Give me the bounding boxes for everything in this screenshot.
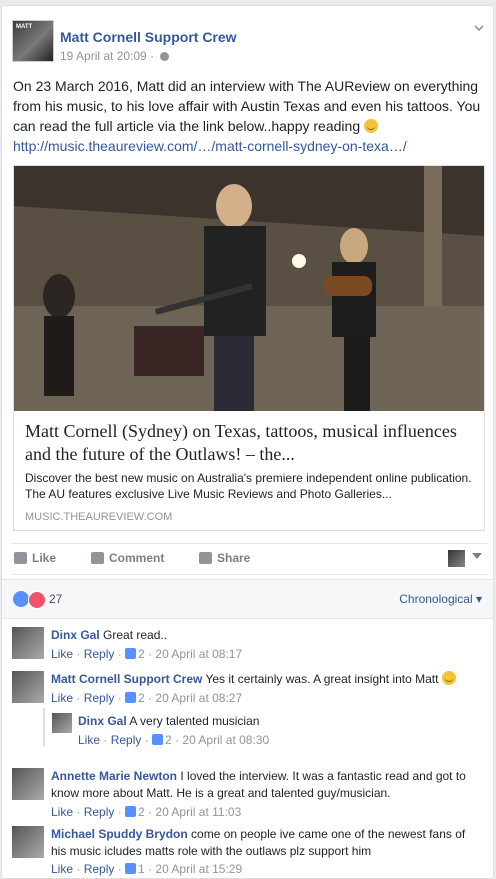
comment-like-count[interactable]: 2 [165, 733, 172, 747]
comment-like-count[interactable]: 2 [138, 647, 145, 661]
comment-reply-link[interactable]: Reply [111, 733, 142, 747]
comment-like-link[interactable]: Like [51, 862, 73, 876]
comment-author[interactable]: Michael Spuddy Brydon [51, 827, 188, 841]
link-preview[interactable]: Matt Cornell (Sydney) on Texas, tattoos,… [13, 165, 485, 531]
like-count-icon [152, 734, 164, 745]
article-link[interactable]: http://music.theaureview.com/…/matt-corn… [13, 138, 407, 154]
smile-emoji-icon [364, 119, 378, 133]
comment-meta: Like · Reply · 2 · 20 April at 11:03 [51, 805, 242, 819]
reactions-summary: 27 Chronological ▾ [2, 579, 493, 619]
comment-reply-link[interactable]: Reply [84, 647, 115, 661]
comment-meta: Like · Reply · 1 · 20 April at 15:29 [51, 862, 243, 876]
comment-like-count[interactable]: 2 [138, 805, 145, 819]
acting-as-avatar[interactable] [448, 550, 465, 567]
like-count-icon [125, 692, 137, 703]
post-text: On 23 March 2016, Matt did an interview … [13, 78, 481, 154]
post-actions: Like Comment Share [12, 543, 487, 575]
share-icon [199, 552, 212, 564]
commenter-avatar[interactable] [12, 826, 44, 858]
reply-thread-line [43, 708, 45, 746]
comment-reply-link[interactable]: Reply [84, 862, 115, 876]
page-avatar[interactable]: MATT [12, 20, 54, 62]
comment-author[interactable]: Matt Cornell Support Crew [51, 672, 202, 686]
page-name[interactable]: Matt Cornell Support Crew [60, 29, 237, 45]
reaction-count[interactable]: 27 [49, 592, 62, 606]
comment-icon [91, 552, 104, 564]
blush-emoji-icon [441, 671, 456, 685]
comment-time[interactable]: 20 April at 11:03 [155, 805, 241, 819]
like-count-icon [125, 806, 137, 817]
love-reaction-icon[interactable] [28, 591, 46, 609]
comment-time[interactable]: 20 April at 15:29 [155, 862, 242, 876]
comment-order-dropdown[interactable]: Chronological ▾ [399, 592, 482, 606]
comment-meta: Like · Reply · 2 · 20 April at 08:27 [51, 691, 243, 705]
comment-like-link[interactable]: Like [51, 805, 73, 819]
post-header: MATT Matt Cornell Support Crew 19 April … [12, 20, 487, 66]
thumbs-up-icon [14, 552, 27, 564]
commenter-avatar[interactable] [12, 671, 44, 703]
comment-like-count[interactable]: 2 [138, 691, 145, 705]
link-preview-description: Discover the best new music on Australia… [25, 471, 472, 501]
caret-down-icon[interactable] [472, 553, 482, 559]
comment-reply-link[interactable]: Reply [84, 691, 115, 705]
comment-time[interactable]: 20 April at 08:27 [155, 691, 242, 705]
share-button[interactable]: Share [199, 551, 250, 565]
like-count-icon [125, 648, 137, 659]
comment-like-link[interactable]: Like [51, 691, 73, 705]
comment-like-link[interactable]: Like [78, 733, 100, 747]
comment-meta: Like · Reply · 2 · 20 April at 08:30 [78, 733, 270, 747]
comment-author[interactable]: Dinx Gal [51, 628, 100, 642]
comment-text: A very talented musician [129, 714, 260, 728]
globe-icon [160, 52, 170, 61]
post-timestamp[interactable]: 19 April at 20:09 · [60, 49, 170, 63]
like-reaction-icon[interactable] [13, 591, 29, 607]
comment-author[interactable]: Dinx Gal [78, 714, 127, 728]
comment-time[interactable]: 20 April at 08:17 [155, 647, 242, 661]
like-button[interactable]: Like [14, 551, 56, 565]
commenter-avatar[interactable] [12, 627, 44, 659]
comment-author[interactable]: Annette Marie Newton [51, 769, 177, 783]
like-count-icon [125, 863, 137, 874]
comment-like-link[interactable]: Like [51, 647, 73, 661]
commenter-avatar[interactable] [12, 768, 44, 800]
comment-button[interactable]: Comment [91, 551, 164, 565]
chevron-down-icon[interactable] [473, 22, 485, 34]
comment-reply-link[interactable]: Reply [84, 805, 115, 819]
post-card: MATT Matt Cornell Support Crew 19 April … [1, 5, 494, 879]
comment-meta: Like · Reply · 2 · 20 April at 08:17 [51, 647, 243, 661]
link-preview-image[interactable] [14, 166, 484, 411]
link-preview-domain: MUSIC.THEAUREVIEW.COM [25, 511, 173, 523]
comment-text: Great read.. [103, 628, 168, 642]
commenter-avatar[interactable] [52, 713, 72, 733]
comment-time[interactable]: 20 April at 08:30 [182, 733, 269, 747]
comment-text: Yes it certainly was. A great insight in… [205, 672, 439, 686]
comment-like-count[interactable]: 1 [138, 862, 145, 876]
link-preview-title[interactable]: Matt Cornell (Sydney) on Texas, tattoos,… [25, 420, 475, 466]
